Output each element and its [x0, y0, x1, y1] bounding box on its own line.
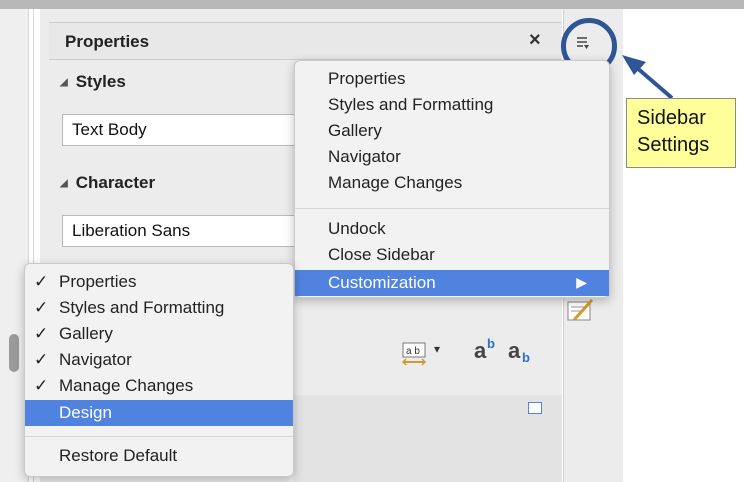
menu-item-gallery[interactable]: Gallery	[328, 121, 382, 141]
menu-item-customization[interactable]: Customization ▶	[295, 270, 609, 296]
submenu-item-manage-changes[interactable]: Manage Changes	[59, 376, 193, 396]
submenu-item-navigator[interactable]: Navigator	[59, 350, 132, 370]
callout-line: Sidebar	[637, 107, 706, 129]
checkmark-icon: ✓	[34, 324, 49, 343]
submenu-arrow-icon: ▶	[576, 274, 587, 290]
customization-label: Customization	[328, 273, 436, 292]
callout-line: Settings	[637, 134, 710, 156]
menu-item-manage-changes[interactable]: Manage Changes	[328, 173, 462, 193]
checkmark-icon: ✓	[34, 298, 49, 317]
checkmark-icon: ✓	[34, 376, 49, 395]
sidebar-settings-callout: Sidebar Settings	[626, 98, 736, 168]
checkmark-icon: ✓	[34, 272, 49, 291]
submenu-item-properties[interactable]: Properties	[59, 272, 136, 292]
submenu-item-design[interactable]: Design	[25, 400, 293, 426]
menu-item-close-sidebar[interactable]: Close Sidebar	[328, 245, 435, 265]
menu-item-navigator[interactable]: Navigator	[328, 147, 401, 167]
submenu-item-styles-and-formatting[interactable]: Styles and Formatting	[59, 298, 224, 318]
checkmark-icon: ✓	[34, 350, 49, 369]
menu-item-properties[interactable]: Properties	[328, 69, 405, 89]
submenu-item-restore-default[interactable]: Restore Default	[59, 446, 177, 466]
design-label: Design	[59, 403, 112, 422]
submenu-item-gallery[interactable]: Gallery	[59, 324, 113, 344]
menu-item-styles-and-formatting[interactable]: Styles and Formatting	[328, 95, 493, 115]
menu-separator	[25, 436, 293, 437]
sidebar-settings-menu: Properties Styles and Formatting Gallery…	[294, 60, 610, 298]
menu-separator	[295, 208, 609, 209]
menu-item-undock[interactable]: Undock	[328, 219, 386, 239]
customization-submenu: ✓ Properties ✓ Styles and Formatting ✓ G…	[24, 263, 294, 477]
